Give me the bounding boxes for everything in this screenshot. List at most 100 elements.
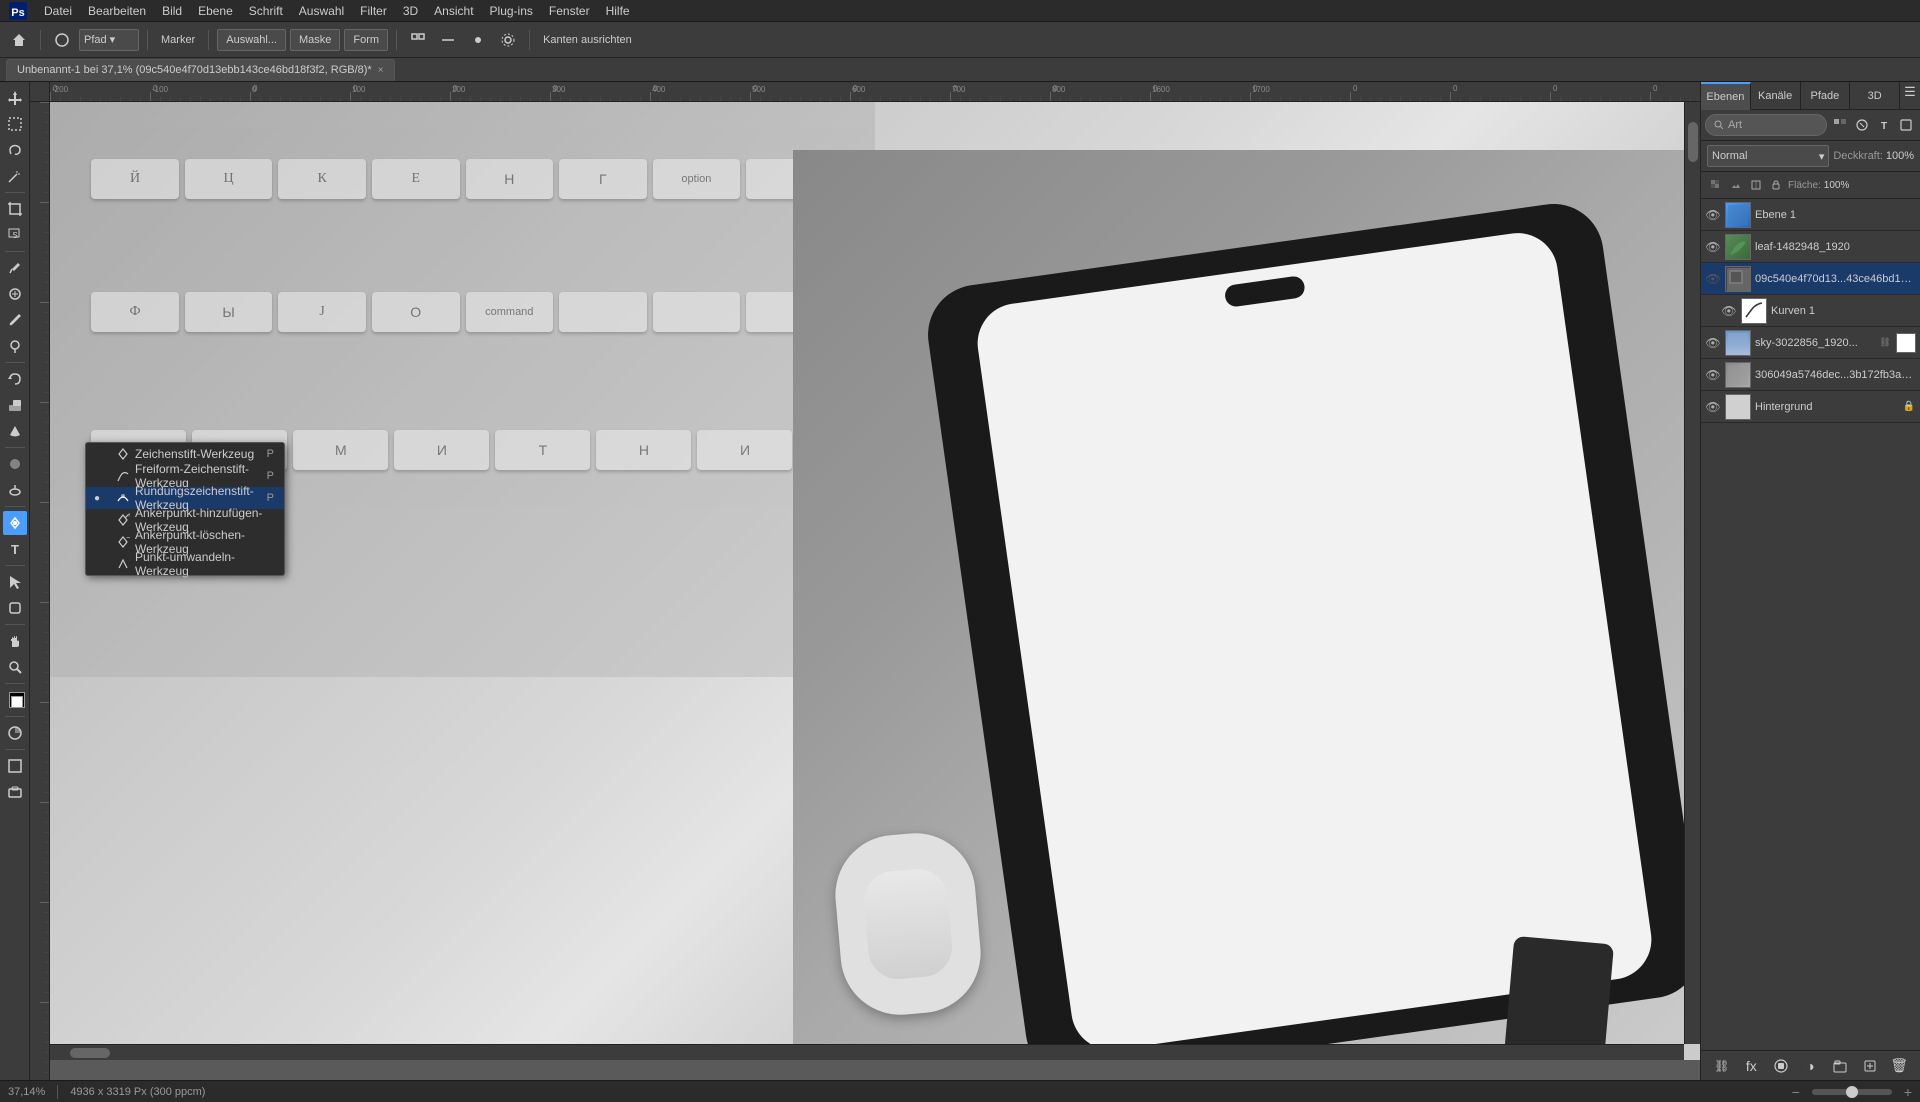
quick-mask-tool[interactable] bbox=[3, 721, 27, 745]
scroll-right[interactable] bbox=[1684, 102, 1700, 1044]
path-selection-tool[interactable] bbox=[3, 570, 27, 594]
screen-mode-tool[interactable] bbox=[3, 754, 27, 778]
new-group-button[interactable] bbox=[1829, 1055, 1851, 1077]
menu-ansicht[interactable]: Ansicht bbox=[426, 0, 481, 22]
healing-brush-tool[interactable] bbox=[3, 282, 27, 306]
marquee-tool[interactable] bbox=[3, 112, 27, 136]
layer-name-hintergrund: Hintergrund bbox=[1755, 401, 1898, 413]
panel-tab-3d[interactable]: 3D bbox=[1850, 82, 1900, 110]
eyedropper-tool[interactable] bbox=[3, 256, 27, 280]
magic-wand-tool[interactable] bbox=[3, 164, 27, 188]
canvas-content[interactable]: Й Ц К Е Н Г option Ф Ы bbox=[50, 102, 1700, 1060]
add-mask-button[interactable] bbox=[1770, 1055, 1792, 1077]
menu-datei[interactable]: Datei bbox=[36, 0, 80, 22]
layer-visibility-306049[interactable]: 👁 bbox=[1705, 367, 1721, 383]
filter-adjustment-icon[interactable] bbox=[1852, 115, 1872, 135]
auswahl-button[interactable]: Auswahl... bbox=[217, 29, 286, 51]
menu-hilfe[interactable]: Hilfe bbox=[598, 0, 638, 22]
link-layers-button[interactable]: ⛓ bbox=[1711, 1055, 1733, 1077]
snap-icon[interactable] bbox=[405, 27, 431, 53]
layer-item-kurven[interactable]: 👁 Kurven 1 bbox=[1701, 295, 1920, 327]
tab-close-button[interactable]: × bbox=[378, 65, 384, 76]
layer-item-hintergrund[interactable]: 👁 Hintergrund 🔒 bbox=[1701, 391, 1920, 423]
menu-3d[interactable]: 3D bbox=[395, 0, 426, 22]
panel-options-icon[interactable]: ☰ bbox=[1900, 82, 1920, 102]
brush-tool[interactable] bbox=[3, 308, 27, 332]
opacity-value[interactable]: 100% bbox=[1886, 150, 1914, 162]
menu-filter[interactable]: Filter bbox=[352, 0, 395, 22]
zoom-slider[interactable] bbox=[1812, 1089, 1892, 1095]
layer-item-ebene1[interactable]: 👁 Ebene 1 bbox=[1701, 199, 1920, 231]
home-button[interactable] bbox=[6, 27, 32, 53]
menu-plugins[interactable]: Plug-ins bbox=[482, 0, 541, 22]
eraser-tool[interactable] bbox=[3, 393, 27, 417]
lock-transparent-icon[interactable] bbox=[1707, 176, 1725, 194]
delete-layer-button[interactable]: 🗑 bbox=[1888, 1055, 1910, 1077]
layer-item-leaf[interactable]: 👁 leaf-1482948_1920 bbox=[1701, 231, 1920, 263]
clone-stamp-tool[interactable] bbox=[3, 334, 27, 358]
layer-visibility-leaf[interactable]: 👁 bbox=[1705, 239, 1721, 255]
zoom-tool[interactable] bbox=[3, 655, 27, 679]
menu-bild[interactable]: Bild bbox=[154, 0, 190, 22]
panel-tab-paths[interactable]: Pfade bbox=[1801, 82, 1851, 110]
foreground-color[interactable] bbox=[3, 688, 27, 712]
history-brush-tool[interactable] bbox=[3, 367, 27, 391]
layers-search-box[interactable]: Art bbox=[1705, 114, 1827, 136]
maske-button[interactable]: Maske bbox=[290, 29, 340, 51]
settings-icon[interactable] bbox=[495, 27, 521, 53]
slice-tool[interactable]: S bbox=[3, 223, 27, 247]
layer-visibility-group[interactable]: 👁 bbox=[1705, 271, 1721, 287]
menu-bearbeiten[interactable]: Bearbeiten bbox=[80, 0, 154, 22]
menu-fenster[interactable]: Fenster bbox=[541, 0, 598, 22]
hand-tool[interactable] bbox=[3, 629, 27, 653]
fill-value[interactable]: 100% bbox=[1824, 180, 1850, 191]
path-select[interactable]: Pfad ▾ bbox=[79, 29, 139, 51]
crop-tool[interactable] bbox=[3, 197, 27, 221]
extra-tool-1[interactable] bbox=[3, 780, 27, 804]
move-tool[interactable] bbox=[3, 86, 27, 110]
menu-auswahl[interactable]: Auswahl bbox=[291, 0, 352, 22]
new-layer-button[interactable] bbox=[1859, 1055, 1881, 1077]
layer-chain-sky[interactable]: ⛓ bbox=[1878, 336, 1892, 350]
add-adjustment-button[interactable]: ◑ bbox=[1799, 1055, 1821, 1077]
filter-shape-icon[interactable] bbox=[1896, 115, 1916, 135]
filter-pixel-icon[interactable] bbox=[1830, 115, 1850, 135]
dodge-tool[interactable] bbox=[3, 478, 27, 502]
paint-bucket-tool[interactable] bbox=[3, 419, 27, 443]
layer-visibility-sky[interactable]: 👁 bbox=[1705, 335, 1721, 351]
form-button[interactable]: Form bbox=[344, 29, 388, 51]
zoom-in-button[interactable]: + bbox=[1904, 1084, 1912, 1100]
layer-visibility-kurven[interactable]: 👁 bbox=[1721, 303, 1737, 319]
filter-type-icon[interactable]: T bbox=[1874, 115, 1894, 135]
layer-lock-hintergrund[interactable]: 🔒 bbox=[1902, 400, 1916, 414]
blur-tool[interactable] bbox=[3, 452, 27, 476]
layer-item-group[interactable]: 👁 09c540e4f70d13...43ce46bd18f3f2 bbox=[1701, 263, 1920, 295]
lock-image-icon[interactable] bbox=[1727, 176, 1745, 194]
menu-convert-point-label: Punkt-umwandeln-Werkzeug bbox=[135, 550, 274, 578]
lock-artboard-icon[interactable] bbox=[1747, 176, 1765, 194]
layer-item-306049[interactable]: 👁 306049a5746dec...3b172fb3a6c08 bbox=[1701, 359, 1920, 391]
canvas-area[interactable]: 0 -200 -100 0 100 200 300 400 500 bbox=[30, 82, 1700, 1080]
toolbar-round-select[interactable] bbox=[49, 27, 75, 53]
pen-tool[interactable] bbox=[3, 511, 27, 535]
layer-visibility-ebene1[interactable]: 👁 bbox=[1705, 207, 1721, 223]
grid-icon[interactable] bbox=[465, 27, 491, 53]
layer-visibility-hintergrund[interactable]: 👁 bbox=[1705, 399, 1721, 415]
layer-name-group: 09c540e4f70d13...43ce46bd18f3f2 bbox=[1755, 273, 1916, 285]
menu-schrift[interactable]: Schrift bbox=[241, 0, 291, 22]
document-tab[interactable]: Unbenannt-1 bei 37,1% (09c540e4f70d13ebb… bbox=[6, 59, 395, 81]
type-tool[interactable]: T bbox=[3, 537, 27, 561]
lock-all-icon[interactable] bbox=[1767, 176, 1785, 194]
menu-convert-point-tool[interactable]: Punkt-umwandeln-Werkzeug bbox=[86, 553, 284, 575]
zoom-out-button[interactable]: − bbox=[1792, 1084, 1800, 1100]
scroll-bottom[interactable] bbox=[50, 1044, 1684, 1060]
blend-mode-select[interactable]: Normal ▾ bbox=[1707, 145, 1829, 167]
menu-ebene[interactable]: Ebene bbox=[190, 0, 241, 22]
panel-tab-channels[interactable]: Kanäle bbox=[1751, 82, 1801, 110]
lasso-tool[interactable] bbox=[3, 138, 27, 162]
add-layer-style-button[interactable]: fx bbox=[1740, 1055, 1762, 1077]
layer-item-sky[interactable]: 👁 sky-3022856_1920... ⛓ bbox=[1701, 327, 1920, 359]
shape-tool[interactable] bbox=[3, 596, 27, 620]
align-icon[interactable] bbox=[435, 27, 461, 53]
panel-tab-layers[interactable]: Ebenen bbox=[1701, 82, 1751, 110]
